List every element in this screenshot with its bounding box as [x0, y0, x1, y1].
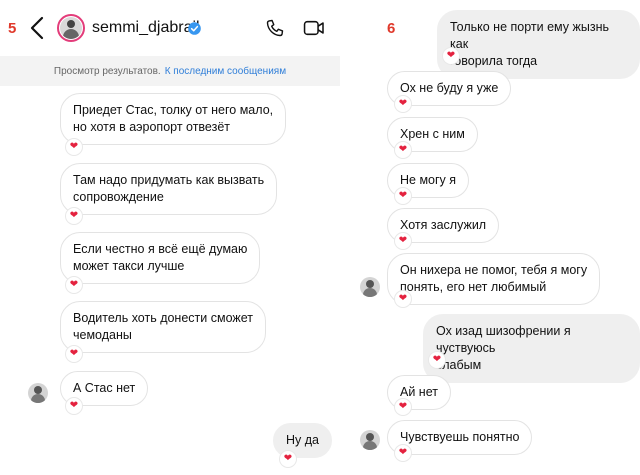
sender-avatar[interactable] [360, 277, 380, 297]
chat-screenshot-5: 5 semmi_djabrail Просмотр результатов. К… [0, 0, 340, 475]
back-arrow-icon[interactable] [30, 16, 44, 40]
sender-avatar[interactable] [28, 383, 48, 403]
video-call-icon[interactable] [303, 19, 325, 37]
heart-reaction-icon[interactable]: ❤ [395, 445, 411, 461]
heart-reaction-icon[interactable]: ❤ [395, 188, 411, 204]
own-message-bubble[interactable]: Только не порти ему жызнь как говорила т… [437, 10, 640, 79]
search-results-bar: Просмотр результатов. К последним сообще… [0, 56, 340, 86]
message-bubble[interactable]: Он нихера не помог, тебя я могу понять, … [387, 253, 601, 305]
message-bubble[interactable]: Приедет Стас, толку от него мало, но хот… [60, 93, 287, 145]
message-bubble[interactable]: Если честно я всё ещё думаю может такси … [60, 232, 261, 284]
message-bubble[interactable]: Водитель хоть донести сможет чемоданы [60, 301, 266, 353]
heart-reaction-icon[interactable]: ❤ [395, 291, 411, 307]
heart-reaction-icon[interactable]: ❤ [66, 139, 82, 155]
chat-screenshot-6: 6 Только не порти ему жызнь как говорила… [345, 0, 640, 475]
heart-reaction-icon[interactable]: ❤ [66, 346, 82, 362]
heart-reaction-icon[interactable]: ❤ [66, 398, 82, 414]
heart-reaction-icon[interactable]: ❤ [66, 277, 82, 293]
heart-reaction-icon[interactable]: ❤ [280, 451, 296, 467]
verified-badge-icon [188, 22, 201, 35]
message-bubble[interactable]: Там надо придумать как вызвать сопровожд… [60, 163, 278, 215]
latest-messages-link[interactable]: К последним сообщениям [165, 66, 286, 77]
heart-reaction-icon[interactable]: ❤ [66, 208, 82, 224]
own-message-bubble[interactable]: Ох изад шизофрении я чуствуюсь слабым [423, 314, 640, 383]
heart-reaction-icon[interactable]: ❤ [443, 48, 459, 64]
profile-avatar[interactable] [57, 14, 85, 42]
heart-reaction-icon[interactable]: ❤ [395, 96, 411, 112]
chat-header: semmi_djabrail [0, 0, 340, 56]
sender-avatar[interactable] [360, 430, 380, 450]
heart-reaction-icon[interactable]: ❤ [395, 233, 411, 249]
heart-reaction-icon[interactable]: ❤ [395, 399, 411, 415]
phone-call-icon[interactable] [265, 18, 285, 38]
screenshot-number: 6 [387, 20, 396, 37]
results-label: Просмотр результатов. [53, 65, 161, 77]
chat-username[interactable]: semmi_djabrail [92, 19, 200, 37]
heart-reaction-icon[interactable]: ❤ [429, 352, 445, 368]
heart-reaction-icon[interactable]: ❤ [395, 142, 411, 158]
